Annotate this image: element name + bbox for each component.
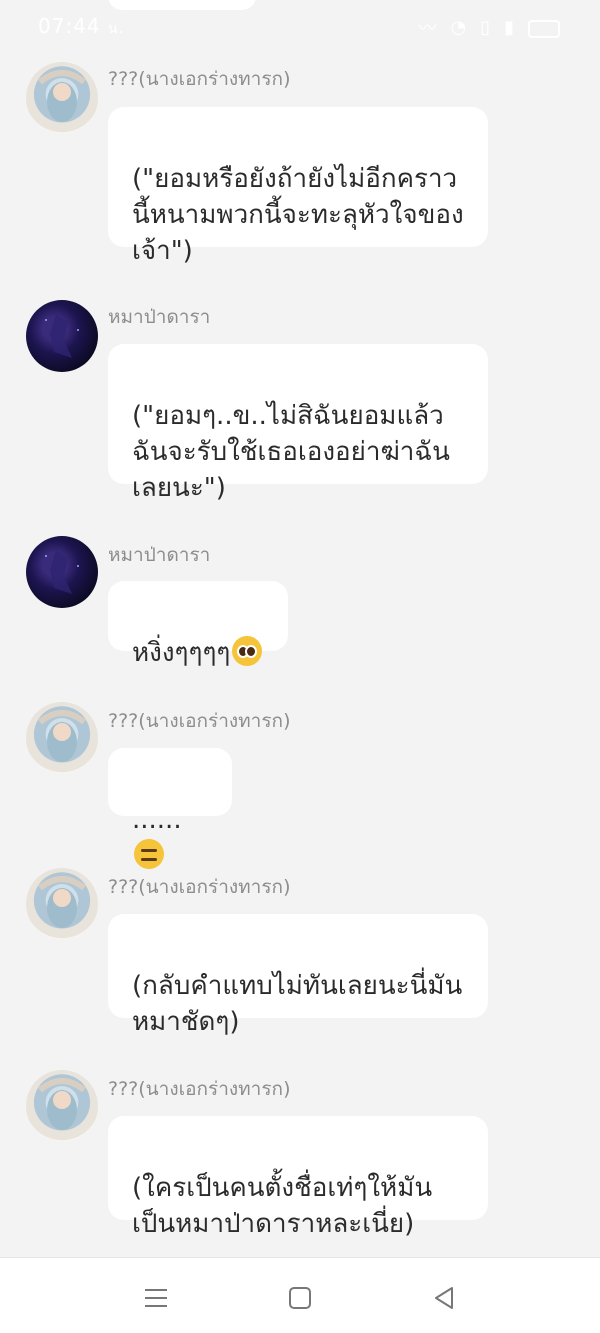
baby-avatar-icon: [38, 710, 86, 762]
status-bar: 07:44 น. 〰 ◔ ▯ ▮: [0, 0, 600, 52]
back-button[interactable]: [424, 1278, 464, 1318]
status-icons: 〰 ◔ ▯ ▮: [418, 14, 560, 40]
message-text: (ใครเป็นคนตั้งชื่อเท่ๆให้มัน เป็นหมาป่าด…: [132, 1173, 433, 1239]
dark-avatar-icon: [45, 550, 79, 594]
message-bubble[interactable]: ......: [108, 748, 232, 869]
home-square-icon: [289, 1287, 311, 1309]
message-bubble[interactable]: (ใครเป็นคนตั้งชื่อเท่ๆให้มัน เป็นหมาป่าด…: [108, 1116, 488, 1239]
avatar[interactable]: [26, 702, 98, 774]
message-text: (กลับคำแทบไม่ทันเลยนะนี่มัน หมาชัดๆ): [132, 971, 463, 1037]
sender-name: ???(นางเอกร่างทารก): [108, 68, 291, 90]
menu-icon: [145, 1289, 167, 1307]
wifi-icon: ◔: [450, 16, 467, 38]
previous-message-bubble: [108, 0, 256, 10]
avatar[interactable]: [26, 536, 98, 608]
avatar[interactable]: [26, 62, 98, 134]
avatar[interactable]: [26, 300, 98, 372]
vibrate-icon: 〰: [418, 18, 437, 39]
message-text: ("ยอมหรือยังถ้ายังไม่อีกคราว นี้หนามพวกน…: [132, 164, 464, 266]
sender-name: ???(นางเอกร่างทารก): [108, 1078, 291, 1100]
message-bubble[interactable]: ("ยอมๆ..ข..ไม่สิฉันยอมแล้ว ฉันจะรับใช้เธ…: [108, 344, 488, 503]
message-bubble[interactable]: ("ยอมหรือยังถ้ายังไม่อีกคราว นี้หนามพวกน…: [108, 107, 488, 266]
baby-avatar-icon: [38, 1078, 86, 1130]
avatar[interactable]: [26, 868, 98, 940]
status-time: 07:44 น.: [38, 14, 125, 38]
dark-avatar-icon: [45, 314, 79, 358]
expressionless-face-emoji: [134, 839, 164, 869]
battery-icon: [528, 20, 560, 38]
back-triangle-icon: [435, 1287, 453, 1309]
sender-name: หมาป่าดารา: [108, 306, 211, 328]
message-bubble[interactable]: (กลับคำแทบไม่ทันเลยนะนี่มัน หมาชัดๆ): [108, 914, 488, 1037]
message-text: หงิ่งๆๆๆๆ: [132, 638, 231, 668]
sim-icon: ▯: [480, 16, 491, 38]
baby-avatar-icon: [38, 70, 86, 122]
sender-name: หมาป่าดารา: [108, 544, 211, 566]
pleading-face-emoji: [232, 636, 263, 666]
message-text: ("ยอมๆ..ข..ไม่สิฉันยอมแล้ว ฉันจะรับใช้เธ…: [132, 401, 450, 503]
baby-avatar-icon: [38, 876, 86, 928]
sender-name: ???(นางเอกร่างทารก): [108, 876, 291, 898]
message-text: ......: [132, 805, 182, 835]
message-bubble[interactable]: หงิ่งๆๆๆๆ: [108, 581, 288, 668]
signal-icon: ▮: [504, 16, 514, 38]
avatar[interactable]: [26, 1070, 98, 1142]
sender-name: ???(นางเอกร่างทารก): [108, 710, 291, 732]
system-navigation-bar: [0, 1257, 600, 1333]
menu-button[interactable]: [136, 1278, 176, 1318]
home-button[interactable]: [280, 1278, 320, 1318]
carrier-glyph: น.: [108, 21, 125, 37]
